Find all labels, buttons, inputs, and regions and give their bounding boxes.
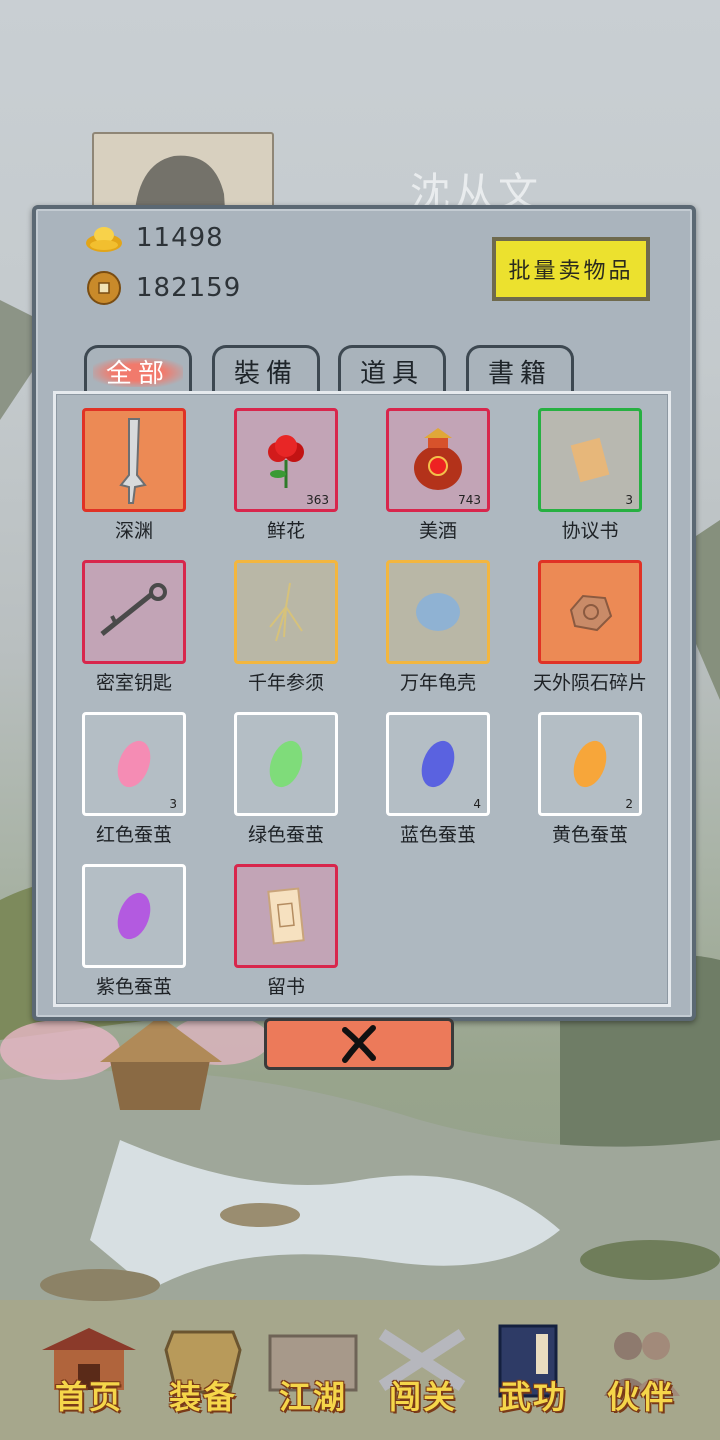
meteorite-icon [569,594,613,632]
item-slot[interactable]: 363 鲜花 [234,408,338,543]
item-slot[interactable]: 深渊 [82,408,186,543]
gold-amount: 11498 [136,223,224,253]
close-button[interactable] [264,1018,454,1070]
sword-icon [119,418,147,504]
inventory-panel: 11498 182159 批量卖物品 全部 裝備 道具 書籍 深渊 363 鲜花… [32,205,696,1021]
item-grid: 深渊 363 鲜花 743 美酒 3 协议书 密室钥匙 千年参须 万年龟壳 天外… [53,391,671,1007]
item-slot[interactable]: 743 美酒 [386,408,490,543]
nav-martial-arts[interactable]: 武功 [478,1320,588,1430]
copper-coin-icon [87,271,121,305]
ginseng-icon [269,582,303,642]
copper-coin-currency: 182159 [84,271,241,305]
letter-icon [267,887,305,945]
item-slot[interactable]: 绿色蚕茧 [234,712,338,847]
scroll-icon [570,437,610,483]
key-icon [100,583,167,636]
item-slot[interactable]: 3 协议书 [538,408,642,543]
yellow-cocoon-icon [573,740,607,788]
item-slot[interactable]: 3 红色蚕茧 [82,712,186,847]
green-cocoon-icon [269,740,303,788]
nav-challenge[interactable]: 闯关 [368,1320,478,1430]
tab-all[interactable]: 全部 [84,345,192,395]
blue-cocoon-icon [421,740,455,788]
tab-props[interactable]: 道具 [338,345,446,395]
turtle-shell-icon [416,593,460,631]
item-slot[interactable]: 密室钥匙 [82,560,186,695]
nav-equipment[interactable]: 装备 [148,1320,258,1430]
item-slot[interactable]: 万年龟壳 [386,560,490,695]
bottom-navigation: 首页 装备 江湖 闯关 武功 伙伴 [0,1300,720,1440]
item-slot[interactable]: 留书 [234,864,338,999]
wine-jar-icon [414,428,462,490]
tab-books[interactable]: 書籍 [466,345,574,395]
bulk-sell-button[interactable]: 批量卖物品 [492,237,650,301]
nav-home[interactable]: 首页 [34,1320,144,1430]
gold-ingot-icon [86,227,122,252]
red-cocoon-icon [117,740,151,788]
item-slot[interactable]: 千年参须 [234,560,338,695]
nav-companions[interactable]: 伙伴 [586,1320,696,1430]
item-slot[interactable]: 天外陨石碎片 [533,560,647,695]
tab-equipment[interactable]: 裝備 [212,345,320,395]
item-slot[interactable]: 紫色蚕茧 [82,864,186,999]
purple-cocoon-icon [117,892,151,940]
item-slot[interactable]: 2 黄色蚕茧 [538,712,642,847]
nav-jianghu[interactable]: 江湖 [258,1320,368,1430]
gold-ingot-currency: 11498 [84,221,224,255]
close-icon [342,1025,376,1063]
coin-amount: 182159 [136,273,242,303]
rose-icon [268,435,304,488]
item-slot[interactable]: 4 蓝色蚕茧 [386,712,490,847]
